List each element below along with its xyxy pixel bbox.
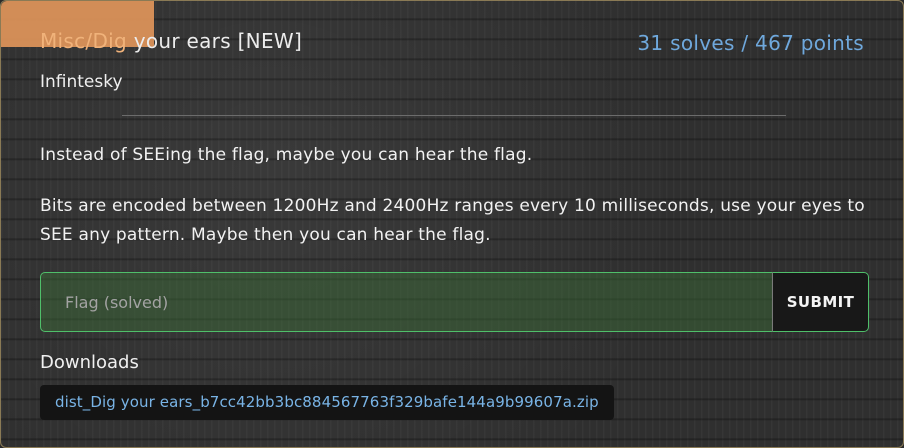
flag-input[interactable] bbox=[40, 272, 772, 332]
challenge-category: Misc/Dig bbox=[40, 29, 128, 53]
challenge-author: Infintesky bbox=[40, 72, 123, 92]
solves-points: 31 solves / 467 points bbox=[637, 31, 864, 55]
download-file-link[interactable]: dist_Dig your ears_b7cc42bb3bc884567763f… bbox=[40, 385, 614, 420]
challenge-card: Misc/Dig your ears [NEW] 31 solves / 467… bbox=[0, 0, 904, 448]
submit-button[interactable]: SUBMIT bbox=[772, 272, 869, 332]
description-paragraph-1: Instead of SEEing the flag, maybe you ca… bbox=[40, 145, 533, 165]
challenge-name: your ears [NEW] bbox=[127, 29, 303, 53]
flag-form: SUBMIT bbox=[40, 272, 869, 332]
divider bbox=[122, 115, 786, 116]
challenge-title: Misc/Dig your ears [NEW] bbox=[40, 29, 302, 53]
description-paragraph-2: Bits are encoded between 1200Hz and 2400… bbox=[40, 196, 865, 245]
downloads-label: Downloads bbox=[40, 352, 139, 373]
